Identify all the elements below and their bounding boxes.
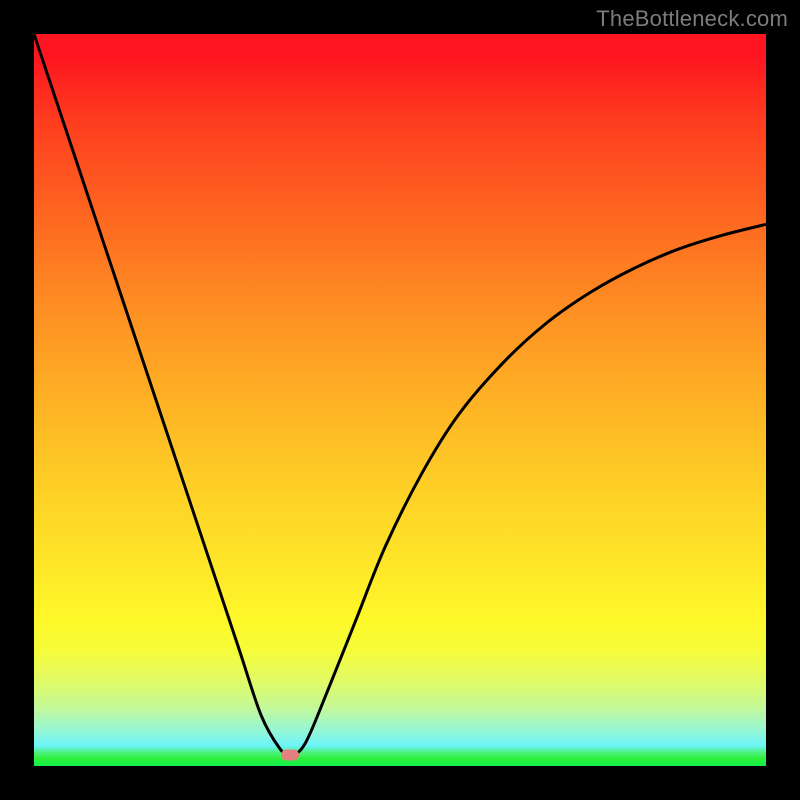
- optimal-point-marker: [281, 750, 299, 761]
- curve-layer: [34, 34, 766, 766]
- bottleneck-curve: [34, 34, 766, 755]
- chart-frame: TheBottleneck.com: [0, 0, 800, 800]
- watermark-text: TheBottleneck.com: [596, 6, 788, 32]
- plot-area: [34, 34, 766, 766]
